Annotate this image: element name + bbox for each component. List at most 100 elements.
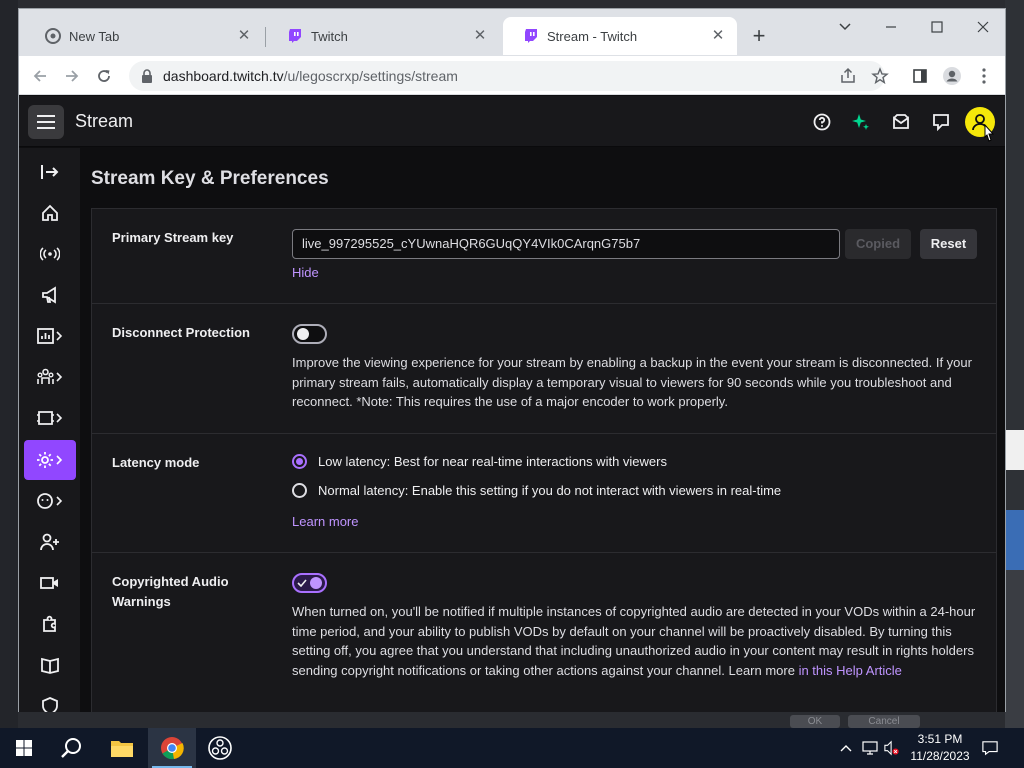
sidebar-item-creator-camp-guide[interactable] [24, 645, 76, 685]
sidebar-item-stream-manager[interactable] [24, 234, 76, 274]
forward-icon[interactable] [59, 63, 85, 89]
sidebar-item-safety[interactable] [24, 686, 76, 712]
sidebar-item-insights[interactable] [24, 316, 76, 356]
chrome-icon [161, 737, 184, 760]
obs-taskbar-button[interactable] [196, 728, 244, 768]
new-tab-button[interactable]: + [747, 25, 771, 49]
normal-latency-label: Normal latency: Enable this setting if y… [318, 483, 782, 498]
volume-muted-icon[interactable] [884, 740, 900, 756]
copyright-audio-row: Copyrighted Audio Warnings When turned o… [92, 553, 996, 712]
normal-latency-radio[interactable] [292, 483, 307, 498]
tab-twitch[interactable]: Twitch ✕ [267, 17, 499, 55]
address-bar[interactable]: dashboard.twitch.tv/u/legoscrxp/settings… [129, 61, 885, 91]
close-window-button[interactable] [965, 15, 1001, 39]
disconnect-protection-row: Disconnect Protection Improve the viewin… [92, 304, 996, 434]
search-button[interactable] [48, 728, 96, 768]
tab-stream-twitch[interactable]: Stream - Twitch ✕ [503, 17, 737, 55]
chrome-taskbar-button[interactable] [148, 728, 196, 768]
hamburger-menu-button[interactable] [28, 105, 64, 139]
maximize-button[interactable] [919, 15, 955, 39]
learn-more-link[interactable]: Learn more [292, 514, 358, 529]
close-tab-icon[interactable]: ✕ [471, 27, 489, 45]
start-button[interactable] [0, 728, 48, 768]
sidebar-item-creator-camp[interactable] [24, 522, 76, 562]
share-icon[interactable] [835, 63, 861, 89]
clock-date: 11/28/2023 [910, 749, 970, 763]
sidebar-item-home[interactable] [24, 193, 76, 233]
gear-icon [37, 452, 63, 468]
obs-icon [208, 736, 232, 760]
tab-label: New Tab [69, 28, 120, 44]
more-menu-icon[interactable] [971, 63, 997, 89]
taskbar-clock[interactable]: 3:51 PM 11/28/2023 [905, 731, 975, 765]
community-icon [37, 368, 63, 384]
tab-search-icon[interactable] [827, 15, 863, 39]
help-article-link[interactable]: in this Help Article [799, 663, 902, 678]
sidebar-item-community[interactable] [24, 357, 76, 397]
content-icon [37, 411, 63, 425]
disconnect-protection-toggle[interactable] [292, 324, 327, 344]
sidebar-item-viewer-rewards[interactable] [24, 481, 76, 521]
stream-key-row: Primary Stream key live_997295525_cYUwna… [92, 209, 996, 304]
low-latency-option[interactable]: Low latency: Best for near real-time int… [292, 454, 667, 469]
back-icon[interactable] [27, 63, 53, 89]
disconnect-protection-description: Improve the viewing experience for your … [292, 355, 972, 410]
low-latency-label: Low latency: Best for near real-time int… [318, 454, 667, 469]
close-tab-icon[interactable]: ✕ [235, 27, 253, 45]
sidebar-item-promotions[interactable] [24, 275, 76, 315]
whispers-icon[interactable] [928, 109, 954, 135]
disconnect-protection-label: Disconnect Protection [112, 325, 250, 340]
tab-new-tab[interactable]: New Tab ✕ [25, 17, 263, 55]
tab-label: Twitch [311, 28, 348, 44]
sidebar-collapse-button[interactable] [24, 152, 76, 192]
tab-strip: New Tab ✕ Twitch ✕ Stream - Twitch ✕ + [19, 9, 1005, 56]
reload-icon[interactable] [91, 63, 117, 89]
copied-button[interactable]: Copied [845, 229, 911, 259]
notification-center-icon[interactable] [982, 740, 998, 756]
obs-dialog-buttons: OK Cancel [790, 715, 940, 728]
network-icon[interactable] [862, 740, 878, 756]
low-latency-radio[interactable] [292, 454, 307, 469]
show-hidden-icons[interactable] [838, 740, 854, 756]
top-nav: Stream [19, 96, 1005, 147]
obs-cancel-button[interactable]: Cancel [848, 715, 920, 728]
creator-sidebar [19, 148, 80, 712]
help-icon[interactable] [809, 109, 835, 135]
side-panel-icon[interactable] [907, 63, 933, 89]
chrome-icon [45, 28, 61, 44]
file-explorer-button[interactable] [98, 728, 146, 768]
main-content: Stream Key & Preferences Primary Stream … [80, 148, 1005, 712]
reset-button[interactable]: Reset [920, 229, 977, 259]
sidebar-item-video-producer[interactable] [24, 563, 76, 603]
normal-latency-option[interactable]: Normal latency: Enable this setting if y… [292, 483, 781, 498]
collapse-arrow-icon [41, 165, 59, 179]
minimize-button[interactable] [873, 15, 909, 39]
close-tab-icon[interactable]: ✕ [709, 27, 727, 45]
bookmark-star-icon[interactable] [867, 63, 893, 89]
add-user-icon [40, 533, 59, 551]
profile-icon[interactable] [939, 63, 965, 89]
url-path: /u/legoscrxp/settings/stream [283, 68, 458, 84]
inbox-icon[interactable] [888, 109, 914, 135]
lock-icon [141, 69, 153, 83]
sidebar-item-extensions[interactable] [24, 604, 76, 644]
stream-key-field[interactable]: live_997295525_cYUwnaHQR6GUqQY4VIk0CArqn… [292, 229, 840, 259]
sidebar-item-content[interactable] [24, 398, 76, 438]
shield-icon [42, 697, 58, 712]
sparkle-icon[interactable] [848, 109, 874, 135]
hide-key-link[interactable]: Hide [292, 265, 319, 280]
mouse-cursor-icon [981, 124, 997, 146]
chrome-window: New Tab ✕ Twitch ✕ Stream - Twitch ✕ + d… [18, 8, 1006, 712]
copyright-audio-toggle[interactable] [292, 573, 327, 593]
analytics-icon [37, 328, 63, 344]
video-camera-icon [40, 577, 58, 589]
twitch-dashboard: Stream Stream Key & Preferences Primary … [19, 96, 1005, 712]
megaphone-icon [42, 286, 56, 304]
windows-logo-icon [16, 740, 32, 756]
settings-panel: Primary Stream key live_997295525_cYUwna… [91, 208, 997, 712]
sidebar-item-settings[interactable] [24, 440, 76, 480]
search-icon [61, 738, 81, 758]
folder-icon [111, 741, 133, 757]
obs-ok-button[interactable]: OK [790, 715, 840, 728]
url-host: dashboard.twitch.tv [163, 68, 284, 84]
